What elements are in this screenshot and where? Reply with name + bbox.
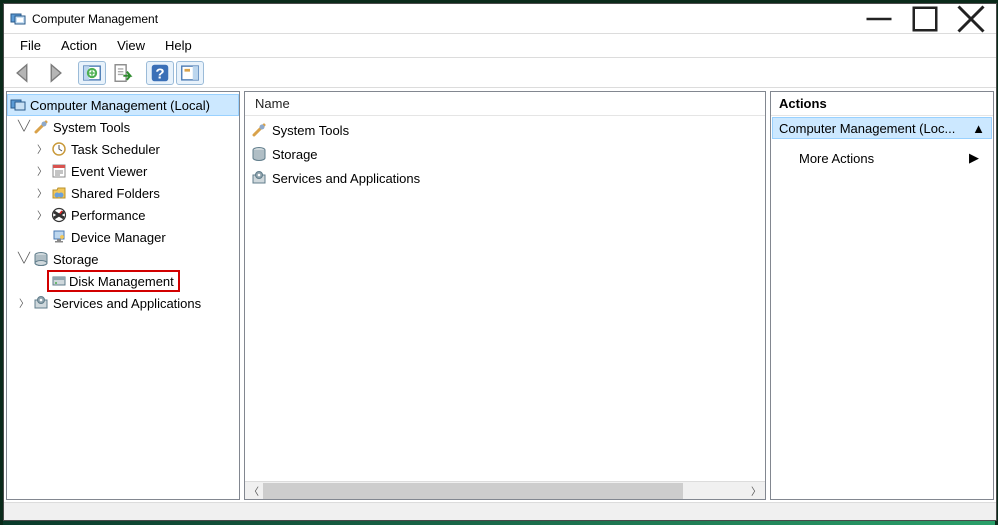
help-button[interactable]: ? (146, 61, 174, 85)
toolbar: ? (4, 58, 996, 88)
scroll-thumb[interactable] (263, 483, 683, 499)
list-item-label: System Tools (272, 123, 349, 138)
show-hide-action-pane-button[interactable] (176, 61, 204, 85)
content-area: Computer Management (Local) ╲╱ System To… (4, 88, 996, 502)
tree-shared-folders-label: Shared Folders (69, 186, 162, 201)
tree-services-apps-label: Services and Applications (51, 296, 203, 311)
list-item[interactable]: Services and Applications (245, 166, 765, 190)
list-pane: Name System Tools Storage Services and A… (244, 91, 766, 500)
tools-icon (251, 122, 267, 138)
tree-disk-management[interactable]: Disk Management (7, 270, 239, 292)
storage-icon (33, 251, 49, 267)
services-icon (251, 170, 267, 186)
actions-title: Actions (771, 92, 993, 116)
tree-performance[interactable]: 〉 Performance (7, 204, 239, 226)
collapse-triangle-icon: ▲ (972, 121, 985, 136)
tree-system-tools[interactable]: ╲╱ System Tools (7, 116, 239, 138)
navigation-pane: Computer Management (Local) ╲╱ System To… (6, 91, 240, 500)
tree-event-viewer-label: Event Viewer (69, 164, 149, 179)
collapse-icon[interactable]: ╲╱ (17, 121, 31, 133)
window-title: Computer Management (32, 12, 856, 26)
title-bar: Computer Management (4, 4, 996, 34)
tree-system-tools-label: System Tools (51, 120, 132, 135)
tree-task-scheduler[interactable]: 〉 Task Scheduler (7, 138, 239, 160)
expand-icon[interactable]: 〉 (17, 295, 31, 311)
minimize-button[interactable] (856, 4, 902, 34)
more-actions-label: More Actions (799, 151, 874, 166)
computer-management-window: Computer Management File Action View Hel… (3, 3, 997, 521)
expand-icon[interactable]: 〉 (35, 141, 49, 157)
actions-section-label: Computer Management (Loc... (779, 121, 955, 136)
tree-shared-folders[interactable]: 〉 Shared Folders (7, 182, 239, 204)
highlight-annotation: Disk Management (47, 270, 180, 292)
performance-icon (51, 207, 67, 223)
list-item[interactable]: System Tools (245, 118, 765, 142)
tree-performance-label: Performance (69, 208, 147, 223)
tree-services-apps[interactable]: 〉 Services and Applications (7, 292, 239, 314)
menu-file[interactable]: File (12, 36, 49, 55)
services-icon (33, 295, 49, 311)
status-bar (4, 502, 996, 520)
horizontal-scrollbar[interactable]: 〈 〉 (245, 481, 765, 499)
app-icon (10, 11, 26, 27)
collapse-icon[interactable]: ╲╱ (17, 253, 31, 265)
menu-bar: File Action View Help (4, 34, 996, 58)
actions-section-header[interactable]: Computer Management (Loc... ▲ (772, 117, 992, 139)
tree-root-label: Computer Management (Local) (28, 98, 212, 113)
menu-action[interactable]: Action (53, 36, 105, 55)
tree-root[interactable]: Computer Management (Local) (7, 94, 239, 116)
svg-text:?: ? (155, 65, 164, 82)
clock-icon (51, 141, 67, 157)
tree-event-viewer[interactable]: 〉 Event Viewer (7, 160, 239, 182)
more-actions[interactable]: More Actions ▶ (771, 146, 993, 170)
tree-disk-management-label: Disk Management (67, 274, 176, 289)
list-item-label: Services and Applications (272, 171, 420, 186)
back-button[interactable] (10, 61, 38, 85)
device-manager-icon (51, 229, 67, 245)
scroll-left-icon[interactable]: 〈 (245, 482, 263, 500)
show-hide-tree-button[interactable] (78, 61, 106, 85)
scroll-right-icon[interactable]: 〉 (747, 482, 765, 500)
tree-storage-label: Storage (51, 252, 101, 267)
actions-pane: Actions Computer Management (Loc... ▲ Mo… (770, 91, 994, 500)
tree-storage[interactable]: ╲╱ Storage (7, 248, 239, 270)
tree-task-scheduler-label: Task Scheduler (69, 142, 162, 157)
tree-device-manager-label: Device Manager (69, 230, 168, 245)
computer-management-icon (10, 97, 26, 113)
storage-icon (251, 146, 267, 162)
console-tree[interactable]: Computer Management (Local) ╲╱ System To… (7, 92, 239, 499)
tools-icon (33, 119, 49, 135)
export-list-button[interactable] (108, 61, 136, 85)
forward-button[interactable] (40, 61, 68, 85)
column-header-name[interactable]: Name (245, 92, 765, 116)
expand-icon[interactable]: 〉 (35, 207, 49, 223)
menu-view[interactable]: View (109, 36, 153, 55)
close-button[interactable] (948, 4, 994, 34)
chevron-right-icon: ▶ (969, 150, 979, 166)
desktop-sliver (3, 521, 995, 525)
disk-management-icon (51, 273, 67, 289)
shared-folders-icon (51, 185, 67, 201)
list-body[interactable]: System Tools Storage Services and Applic… (245, 116, 765, 481)
event-viewer-icon (51, 163, 67, 179)
maximize-button[interactable] (902, 4, 948, 34)
list-item[interactable]: Storage (245, 142, 765, 166)
menu-help[interactable]: Help (157, 36, 200, 55)
expand-icon[interactable]: 〉 (35, 163, 49, 179)
scroll-track[interactable] (263, 482, 747, 500)
list-item-label: Storage (272, 147, 318, 162)
tree-device-manager[interactable]: 〉 Device Manager (7, 226, 239, 248)
expand-icon[interactable]: 〉 (35, 185, 49, 201)
